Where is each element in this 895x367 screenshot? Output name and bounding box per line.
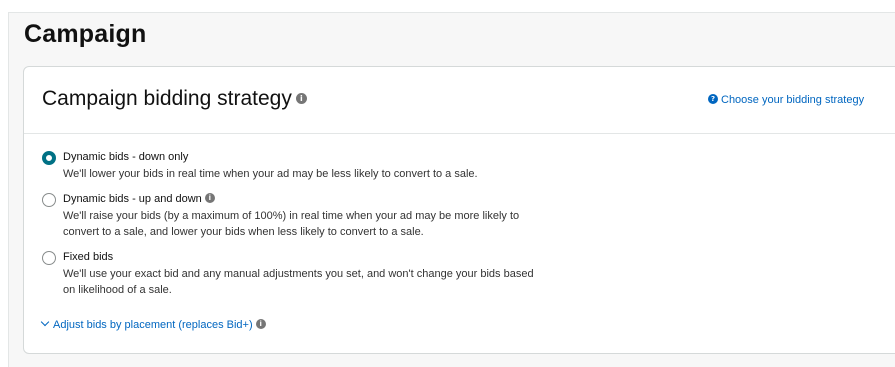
info-icon[interactable]: i [204,193,215,204]
info-icon[interactable]: i [255,319,266,330]
option-label: Dynamic bids - down only [63,151,189,163]
option-label-wrap: Dynamic bids - up and down i [63,193,215,205]
option-label: Fixed bids [63,251,114,263]
bidding-strategy-card: Campaign bidding strategy i ? Choose your … [23,66,895,354]
page-title: Campaign [24,20,147,48]
card-title-text: Campaign bidding strategy [42,87,292,110]
option-description: We'll raise your bids (by a maximum of 1… [63,210,520,222]
radio-fixed-bids[interactable] [42,251,56,265]
option-description: We'll lower your bids in real time when … [63,168,478,180]
radio-dynamic-down-only[interactable] [42,151,56,165]
adjust-bids-by-placement-link[interactable]: Adjust bids by placement (replaces Bid+)… [40,317,266,331]
option-description: convert to a sale, and lower your bids w… [63,226,424,238]
choose-bidding-strategy-link[interactable]: ? Choose your bidding strategy [708,94,864,106]
option-description: on likelihood of a sale. [63,284,172,296]
radio-dynamic-up-and-down[interactable] [42,193,56,207]
card-title: Campaign bidding strategy i [42,87,307,111]
option-label: Dynamic bids - up and down [63,193,202,205]
info-icon[interactable]: i [295,92,307,104]
question-circle-icon: ? [708,94,718,105]
card-header: Campaign bidding strategy i ? Choose your … [24,67,895,134]
chevron-down-icon [40,317,50,327]
help-link-label: Choose your bidding strategy [721,94,865,106]
option-description: We'll use your exact bid and any manual … [63,268,534,280]
adjust-link-label: Adjust bids by placement (replaces Bid+) [53,319,253,331]
